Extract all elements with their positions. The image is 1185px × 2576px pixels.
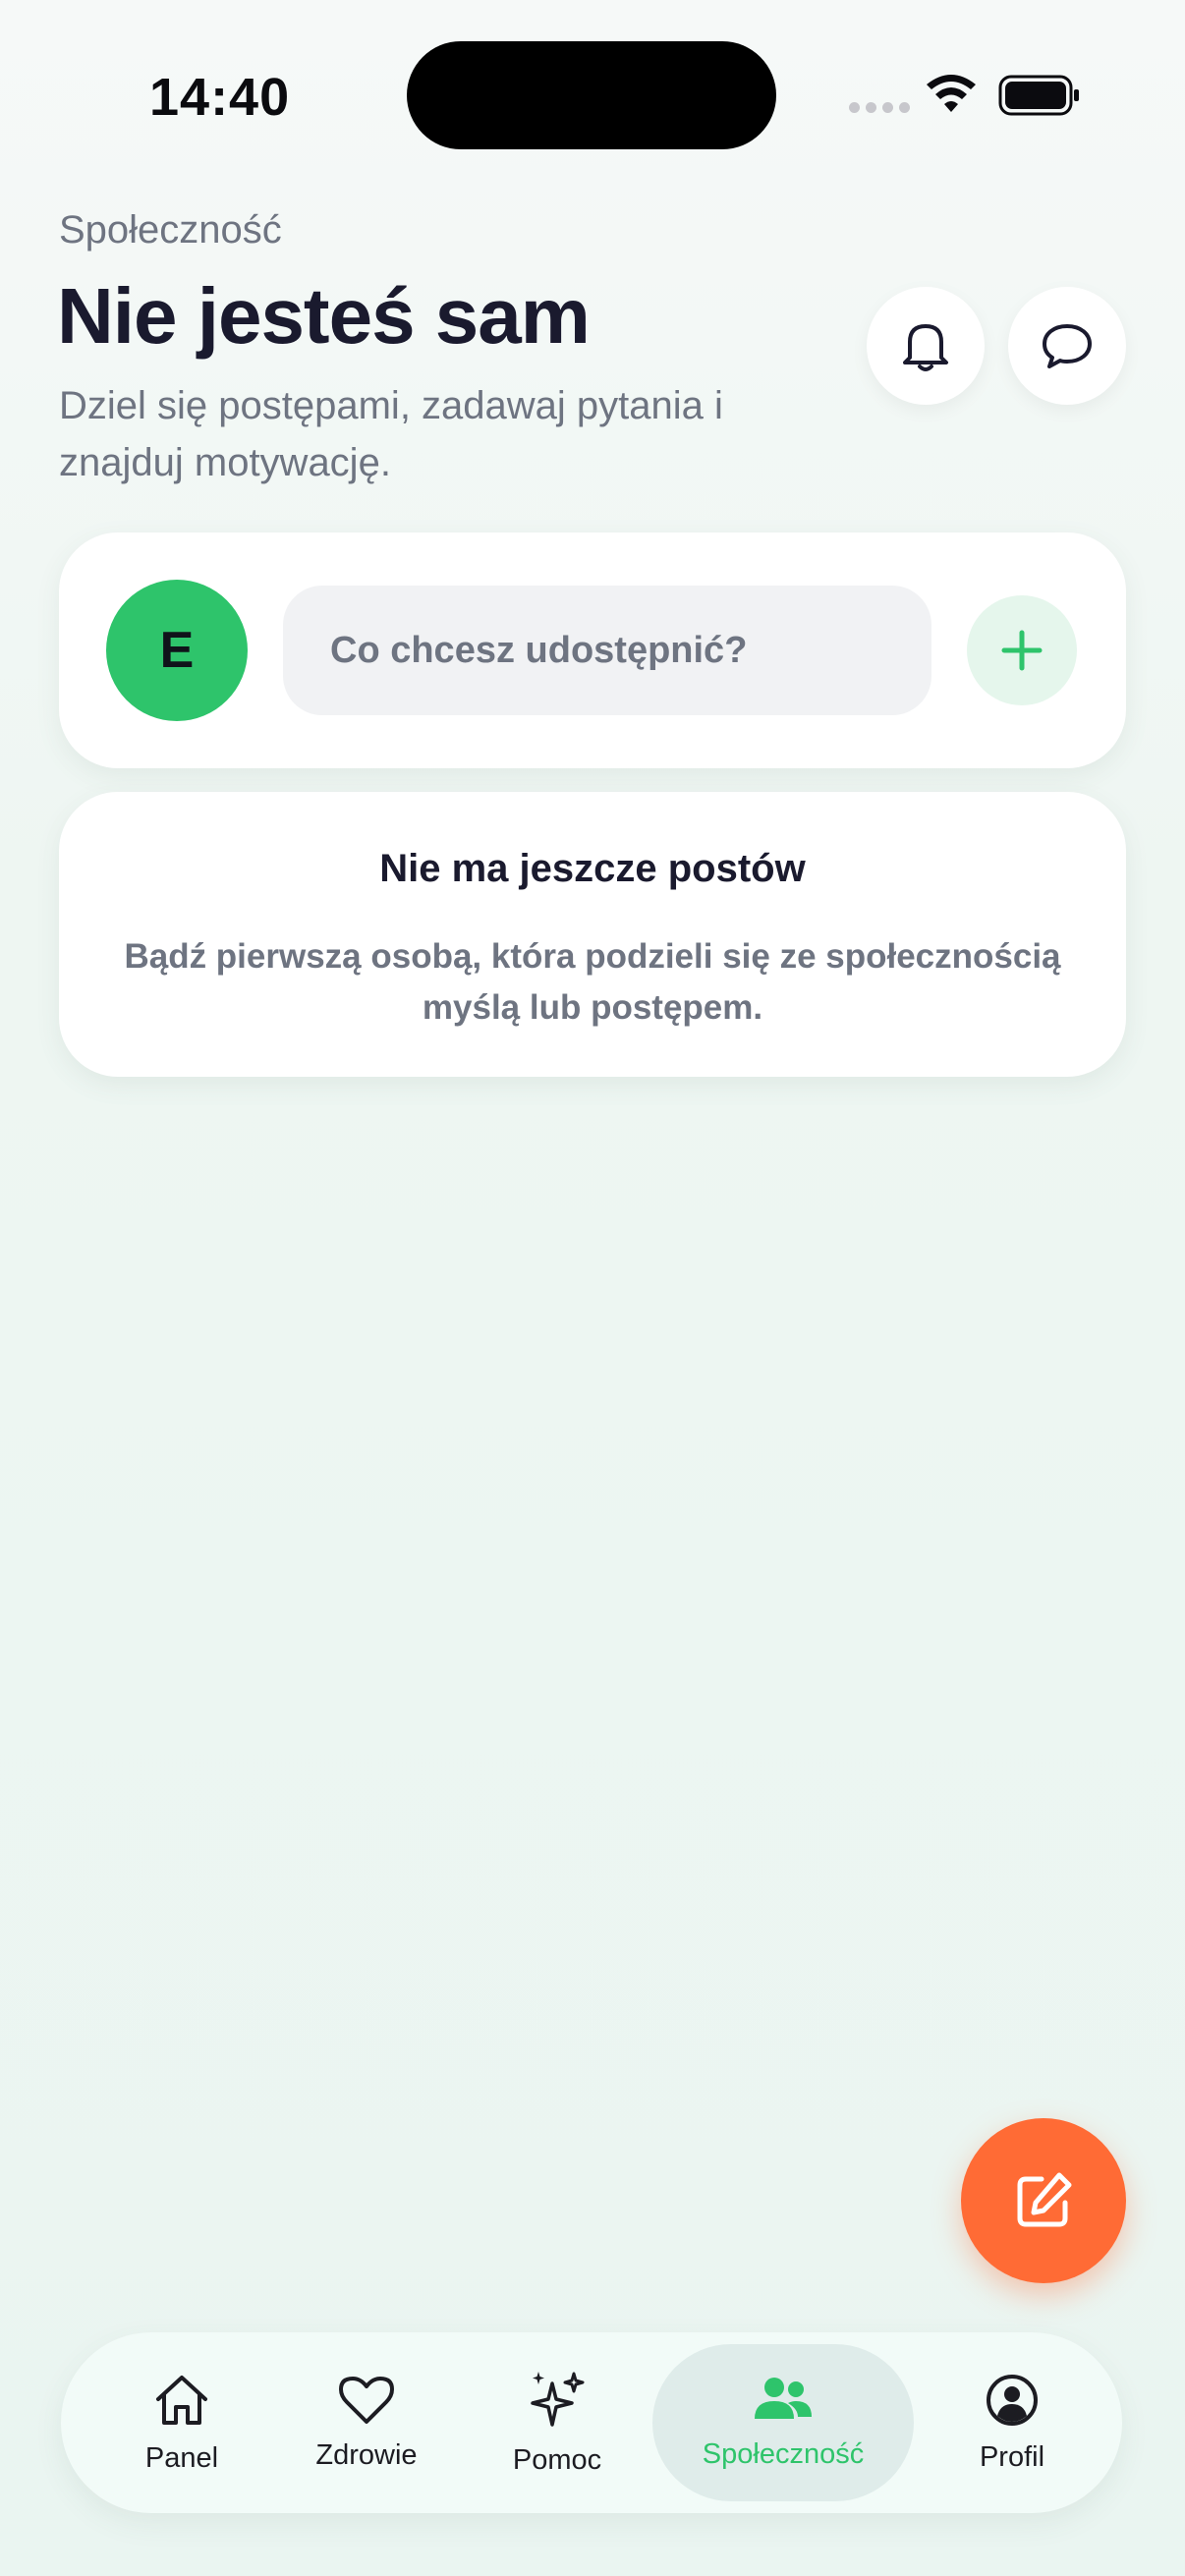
tab-label: Społeczność [702,2437,865,2470]
bell-icon [903,324,948,371]
page-title: Nie jesteś sam [57,272,591,360]
cellular-signal-icon [849,102,910,113]
tab-pomoc[interactable]: Pomoc [483,2332,631,2513]
page-subtitle: Dziel się postępami, zadawaj pytania i z… [59,384,723,484]
tab-panel[interactable]: Panel [108,2332,255,2513]
empty-state-card: Nie ma jeszcze postów Bądź pierwszą osob… [59,792,1126,1077]
tab-label: Zdrowie [315,2438,418,2471]
battery-icon [998,75,1079,116]
home-icon [156,2375,207,2425]
notifications-button[interactable] [867,287,985,405]
compose-fab[interactable] [961,2118,1126,2283]
page-eyebrow: Społeczność [59,208,282,252]
edit-icon [1017,2172,1072,2227]
tab-zdrowie[interactable]: Zdrowie [293,2332,440,2513]
messages-button[interactable] [1008,287,1126,405]
composer-card: E Co chcesz udostępnić? [59,532,1126,768]
sparkles-icon [531,2371,585,2427]
tab-label: Panel [144,2441,219,2474]
tab-label: Profil [979,2440,1045,2473]
user-circle-icon [987,2374,1038,2426]
empty-state-title: Nie ma jeszcze postów [379,847,806,890]
heart-icon [339,2376,394,2424]
avatar[interactable]: E [106,580,248,721]
status-time: 14:40 [149,68,291,127]
users-icon [755,2377,812,2419]
plus-icon [1001,630,1043,671]
tab-profil[interactable]: Profil [943,2332,1081,2513]
dynamic-island [407,41,776,149]
tab-spolecznosc[interactable]: Społeczność [652,2344,914,2501]
add-post-button[interactable] [967,595,1077,705]
wifi-icon [927,75,976,112]
chat-bubble-icon [1043,324,1092,368]
bottom-tab-bar: Panel Zdrowie Pomoc Społeczność Profil [61,2332,1122,2513]
tab-label: Pomoc [512,2443,602,2476]
post-input[interactable]: Co chcesz udostępnić? [283,586,931,715]
empty-state-body: Bądź pierwszą osobą, która podzieli się … [124,937,1061,1027]
